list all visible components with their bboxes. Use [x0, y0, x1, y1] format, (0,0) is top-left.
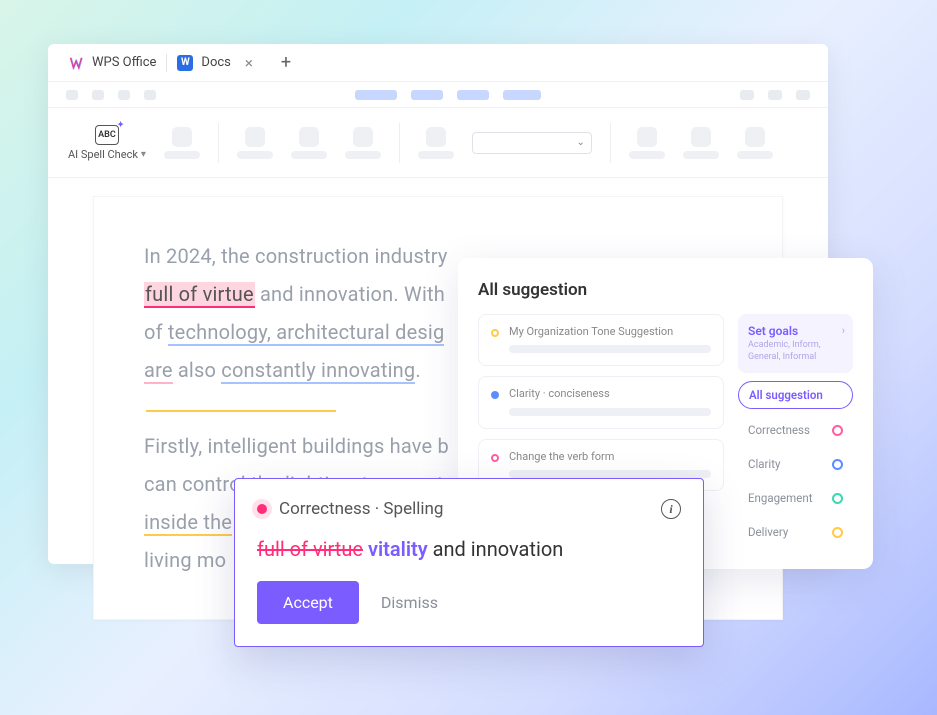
- wps-logo-icon: [68, 55, 84, 71]
- flagged-text[interactable]: full of virtue: [144, 282, 255, 308]
- replacement-text: vitality: [368, 537, 428, 561]
- goals-title: Set goals: [748, 324, 843, 338]
- toolbar-divider: [399, 123, 400, 163]
- suggestions-title: All suggestion: [478, 280, 853, 300]
- filter-delivery[interactable]: Delivery: [738, 519, 853, 545]
- close-tab-icon[interactable]: ×: [245, 54, 253, 72]
- docs-app-icon: W: [177, 55, 193, 71]
- dismiss-button[interactable]: Dismiss: [381, 593, 438, 612]
- menu-placeholder: [66, 90, 78, 100]
- menu-placeholder: [144, 90, 156, 100]
- toolbar-divider: [218, 123, 219, 163]
- menu-placeholder: [457, 90, 489, 100]
- flagged-text[interactable]: inside the: [144, 510, 232, 536]
- menu-placeholder: [768, 90, 782, 100]
- menu-placeholder: [355, 90, 397, 100]
- set-goals-card[interactable]: Set goals Academic, Inform, General, Inf…: [738, 314, 853, 373]
- correction-tail: and innovation: [428, 537, 564, 561]
- flagged-text[interactable]: are: [144, 358, 173, 384]
- flagged-text[interactable]: [146, 410, 336, 412]
- app-tab-wps[interactable]: WPS Office: [58, 44, 166, 81]
- tool-placeholder: [737, 127, 773, 159]
- chevron-down-icon: ▾: [141, 149, 146, 160]
- app-tab-label: WPS Office: [92, 55, 156, 70]
- suggestion-card-label: My Organization Tone Suggestion: [509, 325, 711, 339]
- category-dot-icon: [491, 329, 499, 337]
- ai-spell-check-button[interactable]: ABC AI Spell Check▾: [68, 125, 146, 161]
- category-dot-icon: [491, 454, 499, 462]
- menu-placeholder: [796, 90, 810, 100]
- tool-placeholder: [164, 127, 200, 159]
- menu-bar: [48, 82, 828, 108]
- toolbar-divider: [610, 123, 611, 163]
- doc-tab-label: Docs: [201, 55, 230, 70]
- placeholder-bar: [509, 408, 711, 416]
- chevron-down-icon: ⌄: [577, 137, 585, 148]
- tool-placeholder: [345, 127, 381, 159]
- goals-subtitle: Academic, Inform, General, Informal: [748, 340, 843, 363]
- chevron-right-icon: ›: [842, 324, 845, 337]
- placeholder-bar: [509, 345, 711, 353]
- ring-icon: [832, 527, 843, 538]
- filter-label: Delivery: [748, 525, 788, 539]
- accept-button[interactable]: Accept: [257, 581, 359, 624]
- filter-label: Engagement: [748, 491, 812, 505]
- correction-popup: Correctness · Spelling i full of virtue …: [234, 478, 704, 647]
- doc-tab[interactable]: W Docs ×: [167, 44, 270, 81]
- filter-label: Correctness: [748, 423, 810, 437]
- spellcheck-icon: ABC: [95, 125, 119, 145]
- ring-icon: [832, 425, 843, 436]
- category-dot-icon: [491, 391, 499, 399]
- placeholder-bar: [509, 470, 711, 478]
- ring-icon: [832, 493, 843, 504]
- tool-placeholder: [629, 127, 665, 159]
- filter-label: All suggestion: [749, 388, 823, 402]
- tab-bar: WPS Office W Docs × +: [48, 44, 828, 82]
- new-tab-button[interactable]: +: [281, 52, 291, 73]
- toolbar-dropdown[interactable]: ⌄: [472, 132, 592, 154]
- ring-icon: [832, 459, 843, 470]
- strikethrough-text: full of virtue: [257, 537, 363, 561]
- filter-all-suggestion[interactable]: All suggestion: [738, 381, 853, 409]
- tool-placeholder: [237, 127, 273, 159]
- filter-correctness[interactable]: Correctness: [738, 417, 853, 443]
- ribbon-toolbar: ABC AI Spell Check▾ ⌄: [48, 108, 828, 178]
- suggestion-card-label: Change the verb form: [509, 450, 711, 464]
- spellcheck-label: AI Spell Check: [68, 148, 138, 161]
- suggestion-card[interactable]: Clarity · conciseness: [478, 376, 724, 428]
- flagged-text[interactable]: constantly innovating: [221, 358, 415, 384]
- menu-placeholder: [503, 90, 541, 100]
- tool-placeholder: [683, 127, 719, 159]
- tool-placeholder: [291, 127, 327, 159]
- correction-text: full of virtue vitality and innovation: [257, 537, 681, 561]
- suggestion-card-label: Clarity · conciseness: [509, 387, 711, 401]
- filter-clarity[interactable]: Clarity: [738, 451, 853, 477]
- filter-label: Clarity: [748, 457, 780, 471]
- filter-engagement[interactable]: Engagement: [738, 485, 853, 511]
- category-dot-icon: [257, 504, 267, 514]
- suggestion-card[interactable]: My Organization Tone Suggestion: [478, 314, 724, 366]
- flagged-text[interactable]: technology, architectural desig: [168, 320, 445, 346]
- menu-placeholder: [118, 90, 130, 100]
- menu-placeholder: [92, 90, 104, 100]
- tool-placeholder: [418, 127, 454, 159]
- menu-placeholder: [740, 90, 754, 100]
- correction-category: Correctness · Spelling: [279, 499, 443, 519]
- menu-placeholder: [411, 90, 443, 100]
- info-icon[interactable]: i: [661, 499, 681, 519]
